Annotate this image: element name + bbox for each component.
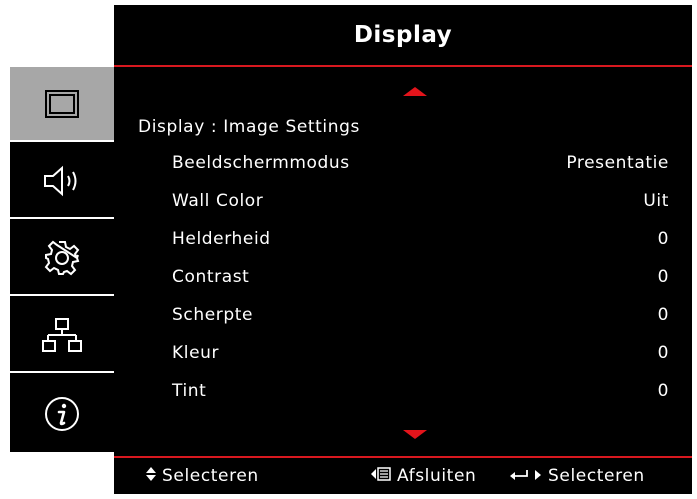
hint-label: Afsluiten (397, 466, 477, 486)
speaker-icon (42, 165, 82, 197)
hint-exit: Afsluiten (370, 466, 476, 486)
setting-label: Beeldschermmodus (172, 153, 350, 173)
setting-label: Wall Color (172, 191, 264, 211)
setting-value: 0 (657, 381, 669, 401)
sidebar-item-audio[interactable] (10, 144, 114, 219)
sidebar-item-setup[interactable] (10, 221, 114, 296)
setting-row-wall-color[interactable]: Wall Color Uit (172, 186, 669, 216)
hint-label: Selecteren (548, 466, 645, 486)
footer-hints: Selecteren Afsluiten Selecteren (114, 461, 692, 491)
setting-label: Helderheid (172, 229, 271, 249)
setting-row-scherpte[interactable]: Scherpte 0 (172, 300, 669, 330)
footer-divider (114, 456, 692, 458)
setting-value: 0 (657, 229, 669, 249)
setting-value: 0 (657, 343, 669, 363)
setting-label: Scherpte (172, 305, 254, 325)
sidebar-item-network[interactable] (10, 298, 114, 373)
sidebar-item-info[interactable] (10, 375, 114, 452)
menu-panel: Display Display : Image Settings Beeldsc… (114, 5, 692, 494)
hint-select-updown: Selecteren (145, 466, 259, 486)
hint-label: Selecteren (162, 466, 259, 486)
menu-back-icon (370, 466, 392, 486)
scroll-up-icon[interactable] (403, 87, 427, 96)
network-icon (42, 317, 82, 353)
setting-label: Tint (172, 381, 207, 401)
setting-value: Presentatie (566, 153, 669, 173)
up-down-arrows-icon (145, 466, 157, 486)
setting-label: Kleur (172, 343, 220, 363)
sidebar-item-display[interactable] (10, 67, 114, 142)
sidebar (10, 67, 114, 452)
setting-value: Uit (643, 191, 669, 211)
enter-arrow-icon (509, 466, 543, 486)
setting-value: 0 (657, 305, 669, 325)
setting-row-helderheid[interactable]: Helderheid 0 (172, 224, 669, 254)
gear-icon (44, 240, 80, 276)
setting-row-beeldschermmodus[interactable]: Beeldschermmodus Presentatie (172, 148, 669, 178)
scroll-down-icon[interactable] (403, 430, 427, 439)
setting-row-tint[interactable]: Tint 0 (172, 376, 669, 406)
menu-title: Display (114, 5, 692, 67)
hint-enter-select: Selecteren (509, 466, 645, 486)
section-title: Display : Image Settings (138, 117, 360, 137)
setting-row-kleur[interactable]: Kleur 0 (172, 338, 669, 368)
setting-value: 0 (657, 267, 669, 287)
setting-row-contrast[interactable]: Contrast 0 (172, 262, 669, 292)
setting-label: Contrast (172, 267, 250, 287)
display-icon (44, 89, 80, 119)
info-icon (44, 396, 80, 432)
